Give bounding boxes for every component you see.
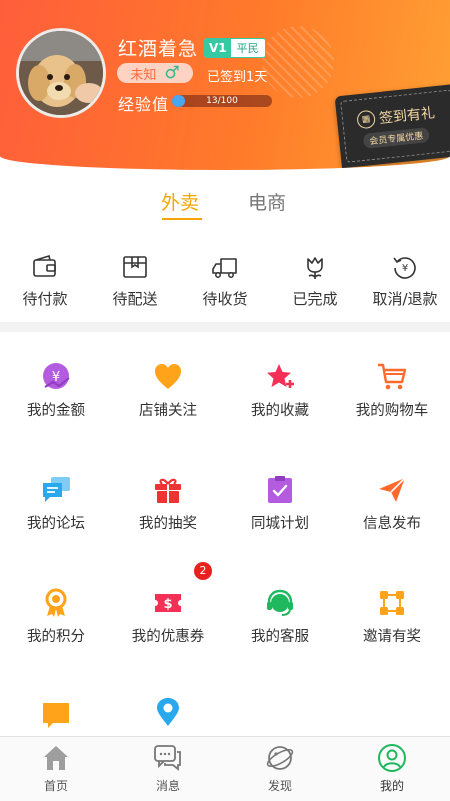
truck-icon [212, 258, 237, 278]
grid-label: 我的抽奖 [139, 516, 197, 532]
order-pending-receipt[interactable]: 待收货 [180, 250, 270, 309]
order-cancel-refund[interactable]: ¥ 取消/退款 [360, 250, 450, 309]
avatar-image [19, 31, 103, 115]
tab-dianshang[interactable]: 电商 [248, 188, 286, 215]
headset-icon [267, 589, 293, 616]
messages-icon [154, 745, 181, 771]
gift-icon [155, 478, 181, 503]
package-icon [123, 256, 147, 278]
order-label: 待收货 [202, 290, 248, 308]
star-icon [267, 364, 294, 388]
grid-my-balance[interactable]: ¥ 我的金额 [0, 362, 112, 420]
clipboard-icon [268, 476, 292, 503]
location-icon [157, 698, 179, 726]
grid-my-points[interactable]: 我的积分 [0, 588, 112, 646]
profile-icon [378, 744, 406, 772]
grid-invite-reward[interactable]: 邀请有奖 [336, 588, 448, 646]
order-pending-delivery[interactable]: 待配送 [90, 250, 180, 309]
exp-progress-text: 13/100 [206, 96, 238, 106]
order-status-row: 待付款 待配送 待收货 已完成 ¥ 取消/退款 [0, 250, 450, 320]
paper-plane-icon [379, 477, 406, 502]
message-icon [43, 703, 69, 728]
home-icon [44, 746, 68, 770]
nav-label: 消息 [155, 779, 180, 793]
feature-grid: ¥ 我的金额 店铺关注 我的收藏 我的购物车 我的论坛 我的抽奖 同城计划 信息… [0, 332, 450, 736]
male-icon: ♂ [164, 62, 180, 83]
gender-badge: 未知 ♂ [117, 63, 193, 83]
refund-icon: ¥ [393, 257, 416, 279]
grid-store-follow[interactable]: 店铺关注 [112, 362, 224, 420]
grid-label: 我的购物车 [355, 403, 429, 419]
username: 红酒着急 [118, 38, 199, 60]
grid-item-message[interactable] [0, 701, 112, 736]
gift-icon: ▦ [356, 109, 377, 130]
invite-icon [380, 591, 404, 615]
order-tabs: 外卖 电商 [0, 188, 450, 224]
nav-label: 发现 [267, 779, 292, 793]
grid-label: 我的客服 [251, 629, 309, 645]
vip-rank: 平民 [236, 42, 259, 55]
grid-label: 信息发布 [363, 516, 421, 532]
grid-city-plan[interactable]: 同城计划 [224, 475, 336, 533]
avatar[interactable] [16, 28, 106, 118]
order-pending-payment[interactable]: 待付款 [0, 250, 90, 309]
grid-my-lottery[interactable]: 我的抽奖 [112, 475, 224, 533]
tab-waimai[interactable]: 外卖 [161, 188, 199, 215]
exp-progress-bar: 13/100 [172, 95, 272, 107]
order-label: 已完成 [292, 290, 338, 308]
grid-label: 我的积分 [27, 629, 85, 645]
bottom-navigation: 首页 消息 发现 我的 [0, 736, 450, 801]
grid-label: 我的金额 [27, 403, 85, 419]
vip-badge: V1 平民 [204, 38, 266, 58]
coupon-count-badge: 2 [194, 562, 212, 580]
gender-text: 未知 [130, 67, 157, 83]
grid-my-coupons[interactable]: $ 我的优惠券 [112, 588, 224, 646]
grid-my-cart[interactable]: 我的购物车 [336, 362, 448, 420]
grid-my-forum[interactable]: 我的论坛 [0, 475, 112, 533]
nav-label: 我的 [379, 779, 404, 793]
order-completed[interactable]: 已完成 [270, 250, 360, 309]
profile-header: 红酒着急 V1 平民 未知 ♂ 已签到1天 经验值 13/100 ▦ 签到有礼 … [0, 0, 450, 170]
order-label: 待配送 [112, 290, 158, 308]
grid-my-favorites[interactable]: 我的收藏 [224, 362, 336, 420]
grid-label: 店铺关注 [139, 403, 197, 419]
vip-level: V1 [205, 39, 231, 57]
svg-text:$: $ [163, 597, 172, 612]
order-label: 待付款 [22, 290, 68, 308]
nav-discover[interactable]: 发现 [224, 743, 336, 794]
nav-mine[interactable]: 我的 [336, 743, 448, 794]
grid-label: 同城计划 [251, 516, 309, 532]
grid-label: 我的优惠券 [131, 629, 205, 645]
wallet-icon [33, 254, 56, 277]
flower-icon [307, 257, 323, 279]
nav-home[interactable]: 首页 [0, 743, 112, 794]
section-divider [0, 322, 450, 332]
money-icon: ¥ [43, 363, 70, 389]
grid-label: 邀请有奖 [363, 629, 421, 645]
nav-label: 首页 [43, 779, 68, 793]
header-decoration [262, 26, 334, 98]
grid-label: 我的收藏 [251, 403, 309, 419]
signin-gift-card[interactable]: ▦ 签到有礼 会员专属优惠 [334, 83, 450, 169]
active-tab-underline [162, 218, 202, 220]
grid-item-location[interactable] [112, 697, 224, 734]
checkin-status: 已签到1天 [207, 70, 268, 85]
order-label: 取消/退款 [372, 290, 438, 308]
grid-label: 我的论坛 [27, 516, 85, 532]
grid-info-publish[interactable]: 信息发布 [336, 475, 448, 533]
discover-icon [266, 746, 294, 770]
heart-icon [155, 364, 181, 389]
coupon-icon: $ [155, 594, 181, 612]
svg-text:¥: ¥ [402, 263, 408, 274]
grid-customer-service[interactable]: 我的客服 [224, 588, 336, 646]
cart-icon [378, 363, 407, 390]
medal-icon [45, 588, 67, 617]
nav-messages[interactable]: 消息 [112, 743, 224, 794]
chat-icon [43, 477, 70, 502]
exp-label: 经验值 [118, 95, 170, 114]
